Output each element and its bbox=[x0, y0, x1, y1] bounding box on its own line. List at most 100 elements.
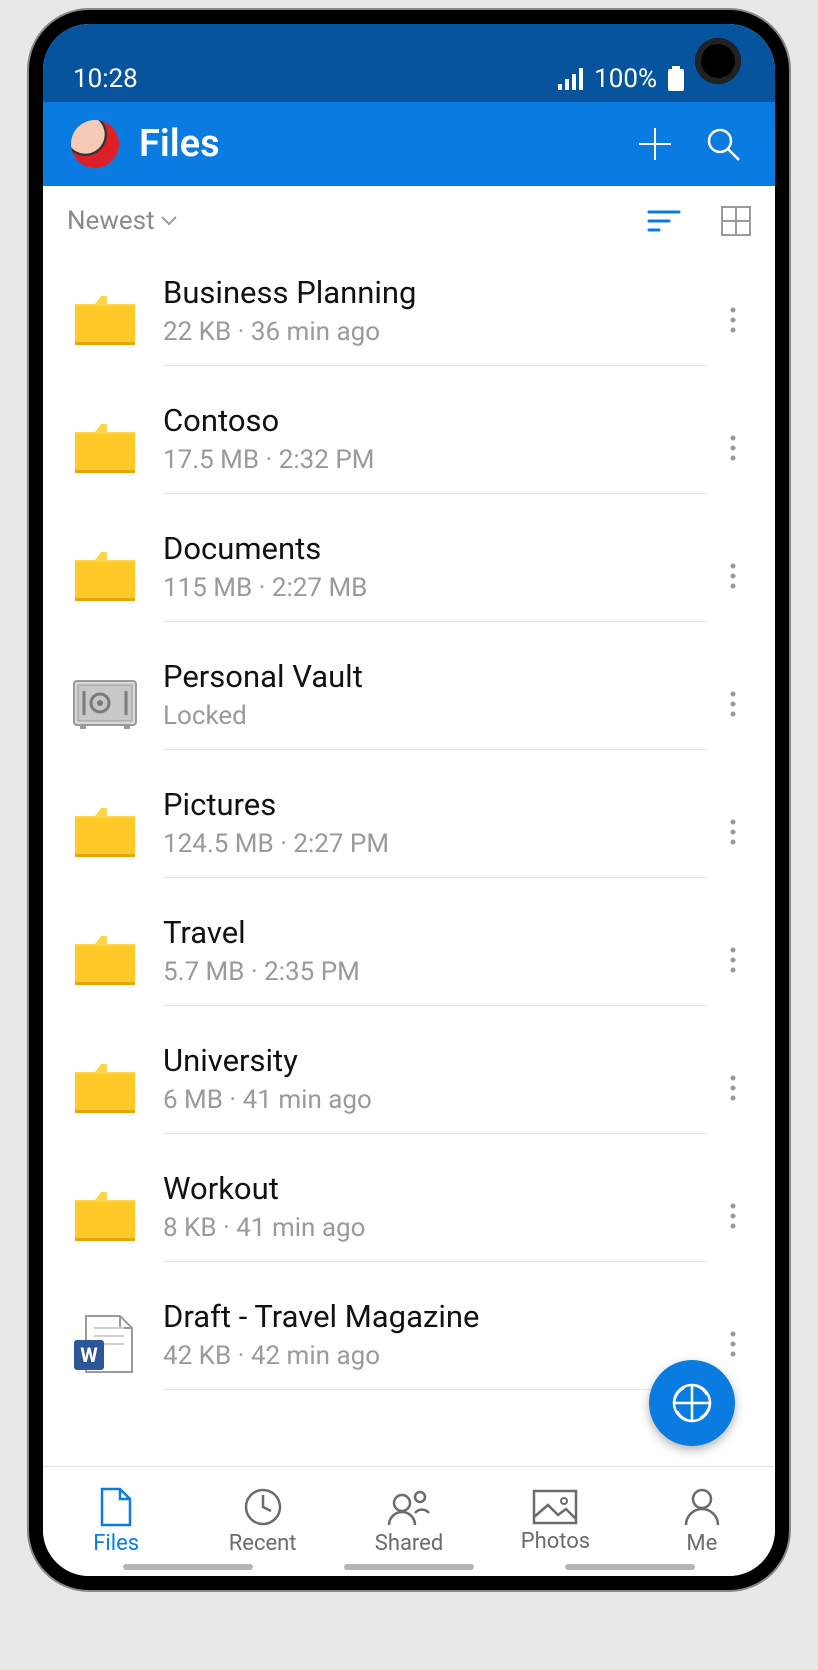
add-button[interactable] bbox=[631, 124, 679, 164]
file-name: Workout bbox=[163, 1170, 707, 1207]
file-meta: 6 MB · 41 min ago bbox=[163, 1085, 707, 1115]
file-icon-cell bbox=[55, 679, 155, 729]
nav-recent[interactable]: Recent bbox=[189, 1467, 335, 1576]
nav-photos-label: Photos bbox=[521, 1529, 590, 1554]
more-options-button[interactable] bbox=[715, 307, 751, 333]
nav-me-label: Me bbox=[686, 1531, 717, 1556]
file-info: Business Planning22 KB · 36 min ago bbox=[163, 274, 707, 366]
folder-icon bbox=[73, 1190, 137, 1242]
file-info: Pictures 124.5 MB · 2:27 PM bbox=[163, 786, 707, 878]
file-meta: 42 KB · 42 min ago bbox=[163, 1341, 707, 1371]
more-vertical-icon bbox=[730, 563, 736, 589]
nav-photos[interactable]: Photos bbox=[482, 1467, 628, 1576]
file-info: Personal VaultLocked bbox=[163, 658, 707, 750]
folder-icon bbox=[73, 934, 137, 986]
screen: 10:28 100% Files bbox=[43, 24, 775, 1576]
profile-avatar[interactable] bbox=[71, 120, 119, 168]
file-name: Pictures bbox=[163, 786, 707, 823]
bottom-nav: Files Recent Shared Photos Me bbox=[43, 1466, 775, 1576]
folder-icon bbox=[73, 806, 137, 858]
file-name: Personal Vault bbox=[163, 658, 707, 695]
nav-shared[interactable]: Shared bbox=[336, 1467, 482, 1576]
file-name: Travel bbox=[163, 914, 707, 951]
status-bar: 10:28 100% bbox=[43, 24, 775, 102]
word-doc-icon: W bbox=[72, 1314, 138, 1374]
more-options-button[interactable] bbox=[715, 691, 751, 717]
sort-dropdown[interactable]: Newest bbox=[67, 206, 647, 236]
file-icon-cell bbox=[55, 1190, 155, 1242]
file-info: University 6 MB · 41 min ago bbox=[163, 1042, 707, 1134]
more-vertical-icon bbox=[730, 819, 736, 845]
chevron-down-icon bbox=[161, 216, 177, 226]
file-row[interactable]: Business Planning22 KB · 36 min ago bbox=[43, 256, 775, 384]
file-row[interactable]: Documents115 MB · 2:27 MB bbox=[43, 512, 775, 640]
file-name: Draft - Travel Magazine bbox=[163, 1298, 707, 1335]
more-options-button[interactable] bbox=[715, 1331, 751, 1357]
file-name: Contoso bbox=[163, 402, 707, 439]
more-vertical-icon bbox=[730, 435, 736, 461]
folder-icon bbox=[73, 1062, 137, 1114]
file-row[interactable]: Personal VaultLocked bbox=[43, 640, 775, 768]
more-vertical-icon bbox=[730, 1075, 736, 1101]
more-options-button[interactable] bbox=[715, 435, 751, 461]
nav-files[interactable]: Files bbox=[43, 1467, 189, 1576]
file-row[interactable]: Travel 5.7 MB · 2:35 PM bbox=[43, 896, 775, 1024]
file-name: University bbox=[163, 1042, 707, 1079]
home-handle[interactable] bbox=[344, 1564, 474, 1570]
file-info: Travel 5.7 MB · 2:35 PM bbox=[163, 914, 707, 1006]
file-row[interactable]: University 6 MB · 41 min ago bbox=[43, 1024, 775, 1152]
file-name: Documents bbox=[163, 530, 707, 567]
grid-view-icon[interactable] bbox=[721, 206, 751, 236]
file-icon-cell bbox=[55, 422, 155, 474]
file-row[interactable]: Contoso 17.5 MB · 2:32 PM bbox=[43, 384, 775, 512]
file-meta: 5.7 MB · 2:35 PM bbox=[163, 957, 707, 987]
folder-icon bbox=[73, 550, 137, 602]
file-row[interactable]: Pictures 124.5 MB · 2:27 PM bbox=[43, 768, 775, 896]
file-info: Workout8 KB · 41 min ago bbox=[163, 1170, 707, 1262]
folder-icon bbox=[73, 422, 137, 474]
file-icon-cell bbox=[55, 1062, 155, 1114]
phone-frame: 10:28 100% Files bbox=[29, 10, 789, 1590]
file-list[interactable]: Business Planning22 KB · 36 min ago Conto… bbox=[43, 256, 775, 1466]
more-options-button[interactable] bbox=[715, 947, 751, 973]
nav-shared-label: Shared bbox=[375, 1531, 443, 1556]
people-icon bbox=[387, 1487, 431, 1527]
file-name: Business Planning bbox=[163, 274, 707, 311]
battery-percent: 100% bbox=[594, 64, 657, 94]
back-handle[interactable] bbox=[565, 1564, 695, 1570]
file-info: Documents115 MB · 2:27 MB bbox=[163, 530, 707, 622]
file-icon-cell bbox=[55, 806, 155, 858]
file-info: Contoso 17.5 MB · 2:32 PM bbox=[163, 402, 707, 494]
file-icon-cell: W bbox=[55, 1314, 155, 1374]
recent-apps-handle[interactable] bbox=[123, 1564, 253, 1570]
person-icon bbox=[683, 1487, 721, 1527]
sort-bar: Newest bbox=[43, 186, 775, 256]
more-vertical-icon bbox=[730, 947, 736, 973]
photo-icon bbox=[532, 1489, 578, 1525]
more-options-button[interactable] bbox=[715, 819, 751, 845]
page-title: Files bbox=[139, 122, 611, 166]
signal-icon bbox=[558, 68, 584, 90]
more-options-button[interactable] bbox=[715, 563, 751, 589]
more-vertical-icon bbox=[730, 1203, 736, 1229]
camera-fab[interactable] bbox=[649, 1360, 735, 1446]
file-icon-cell bbox=[55, 294, 155, 346]
nav-files-label: Files bbox=[93, 1531, 139, 1556]
camera-hole bbox=[695, 38, 741, 84]
sort-label-text: Newest bbox=[67, 206, 155, 236]
more-vertical-icon bbox=[730, 691, 736, 717]
file-meta: 17.5 MB · 2:32 PM bbox=[163, 445, 707, 475]
status-time: 10:28 bbox=[73, 64, 138, 94]
more-options-button[interactable] bbox=[715, 1203, 751, 1229]
status-right: 100% bbox=[558, 64, 685, 94]
more-options-button[interactable] bbox=[715, 1075, 751, 1101]
app-bar: Files bbox=[43, 102, 775, 186]
file-row[interactable]: Workout8 KB · 41 min ago bbox=[43, 1152, 775, 1280]
file-meta: 124.5 MB · 2:27 PM bbox=[163, 829, 707, 859]
search-button[interactable] bbox=[699, 124, 747, 164]
nav-me[interactable]: Me bbox=[629, 1467, 775, 1576]
file-icon bbox=[98, 1487, 134, 1527]
battery-icon bbox=[667, 66, 685, 92]
filter-icon[interactable] bbox=[647, 209, 681, 233]
more-vertical-icon bbox=[730, 307, 736, 333]
